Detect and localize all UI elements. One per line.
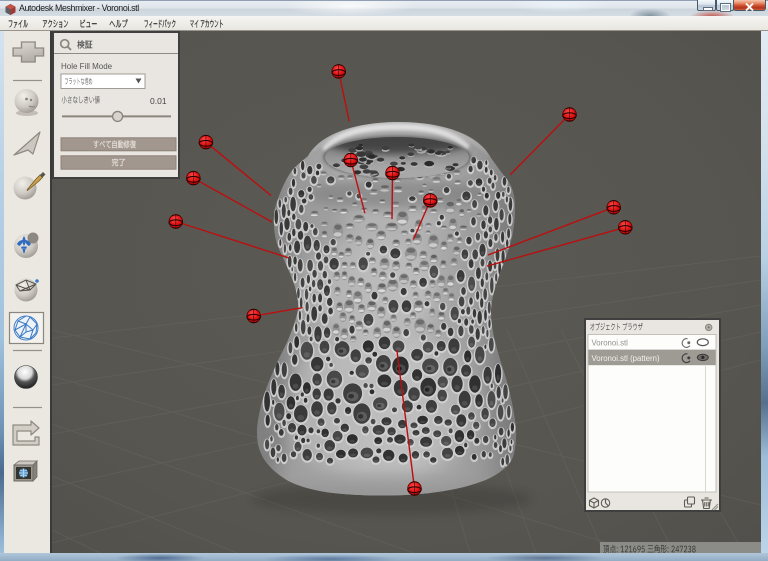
svg-text:Voronoi.stl: Voronoi.stl (592, 339, 629, 348)
svg-text:Voronoi.stl (pattern): Voronoi.stl (pattern) (592, 354, 660, 363)
